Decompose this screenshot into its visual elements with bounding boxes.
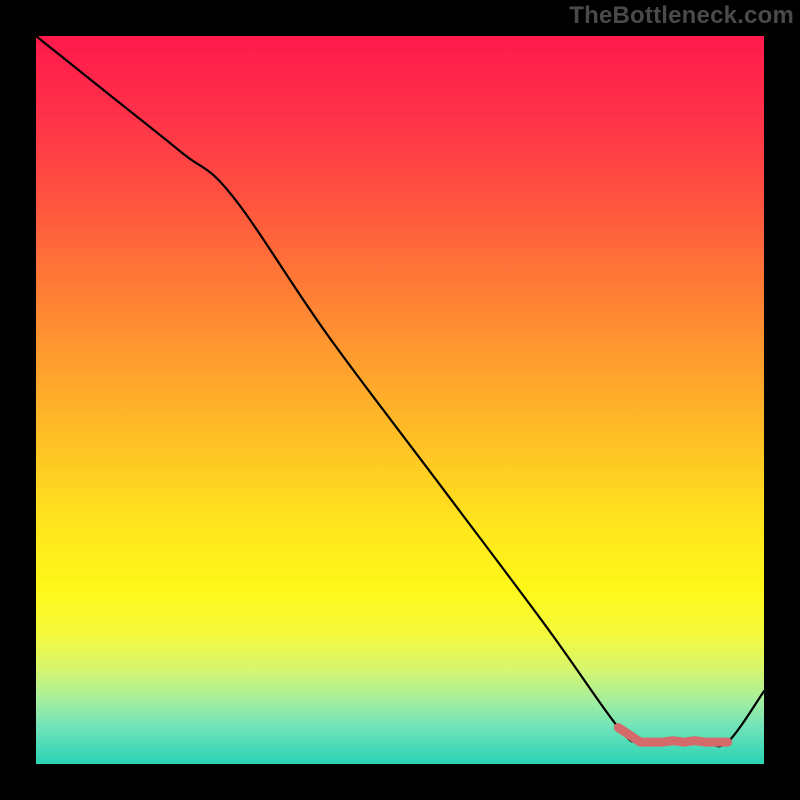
highlight-flat-curve [618,728,727,743]
chart-stage: TheBottleneck.com [0,0,800,800]
plot-area [36,36,764,764]
chart-svg [36,36,764,764]
watermark-text: TheBottleneck.com [569,2,794,30]
main-curve [36,36,764,746]
